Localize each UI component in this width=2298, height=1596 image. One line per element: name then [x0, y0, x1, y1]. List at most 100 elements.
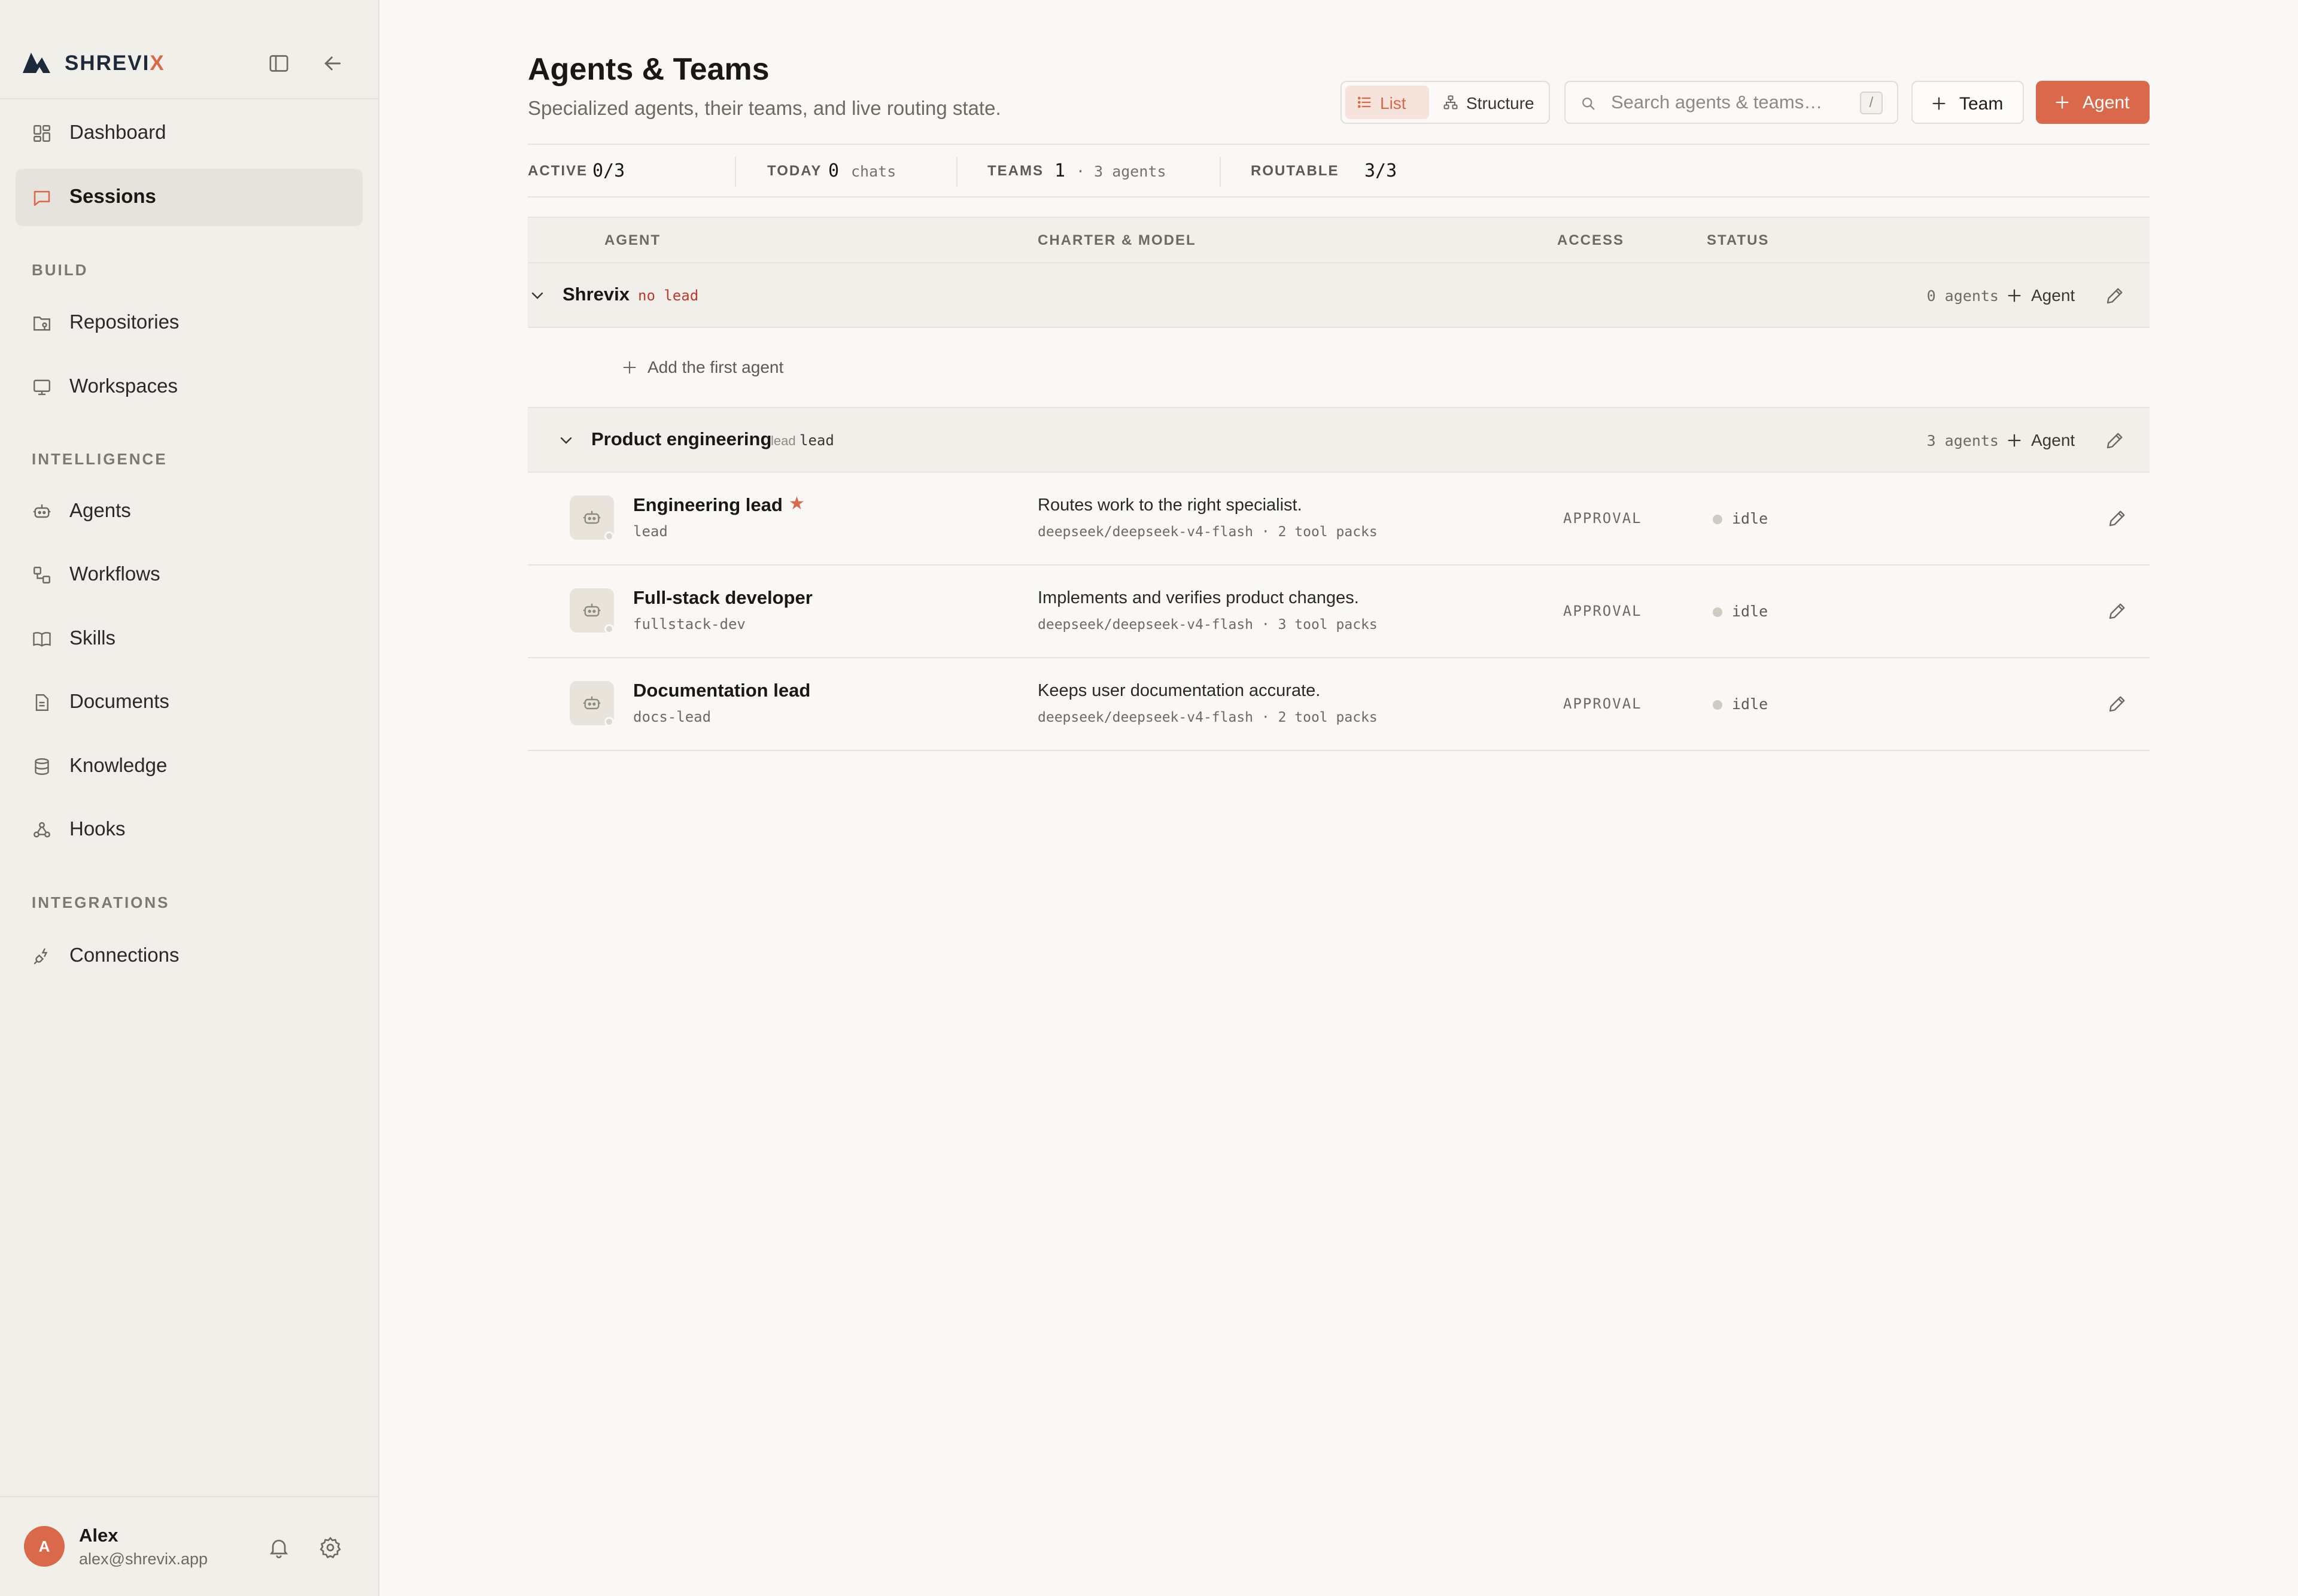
agent-row-docs-lead[interactable]: Documentation lead docs-lead Keeps user … — [528, 658, 2150, 751]
app-logo: SHREVIX — [65, 51, 165, 75]
team-add-agent-button[interactable]: Agent — [2006, 281, 2080, 310]
edit-team-button[interactable] — [2104, 285, 2126, 306]
agent-model: deepseek/deepseek-v4-flash · 2 tool pack… — [1038, 524, 1378, 540]
agent-avatar — [570, 495, 614, 541]
sidebar-item-skills[interactable]: Skills — [16, 610, 363, 668]
edit-agent-button[interactable] — [2106, 600, 2128, 622]
plus-icon — [1932, 97, 1946, 110]
dashboard-icon — [31, 123, 53, 144]
sidebar-item-knowledge[interactable]: Knowledge — [16, 738, 363, 795]
plus-icon — [2008, 289, 2021, 302]
section-title-build: BUILD — [32, 261, 89, 279]
collapse-sidebar-button[interactable] — [321, 51, 345, 75]
add-first-agent-label: Add the first agent — [648, 358, 784, 376]
sidebar-header: SHREVIX — [0, 0, 378, 99]
team-add-agent-button[interactable]: Agent — [2006, 426, 2080, 455]
team-agent-count: 3 agents — [1926, 432, 1999, 449]
search-input[interactable] — [1611, 90, 1850, 114]
bot-icon — [583, 696, 601, 710]
pencil-icon — [2109, 510, 2125, 527]
add-agent-button[interactable]: Agent — [2036, 81, 2150, 124]
edit-agent-button[interactable] — [2106, 693, 2128, 715]
sidebar-item-agents[interactable]: Agents — [16, 483, 363, 540]
agent-model: deepseek/deepseek-v4-flash · 2 tool pack… — [1038, 710, 1378, 725]
bot-icon — [583, 603, 601, 617]
section-title-integrations: INTEGRATIONS — [32, 893, 170, 911]
team-name: Shrevix — [563, 284, 630, 305]
settings-button[interactable] — [318, 1536, 342, 1559]
lead-star-icon: ★ — [789, 494, 805, 513]
user-email: alex@shrevix.app — [79, 1550, 208, 1568]
column-header-access: ACCESS — [1557, 232, 1625, 248]
sidebar-item-documents[interactable]: Documents — [16, 674, 363, 731]
team-add-agent-label: Agent — [2031, 286, 2075, 305]
stat-today-label: TODAY — [767, 163, 822, 179]
bot-icon — [31, 501, 53, 522]
main-content: Agents & Teams Specialized agents, their… — [379, 0, 2298, 1596]
add-first-agent-button[interactable]: Add the first agent — [621, 354, 801, 381]
agent-slug: lead — [633, 523, 668, 540]
page-subtitle: Specialized agents, their teams, and liv… — [528, 97, 1001, 119]
view-list-button[interactable]: List — [1345, 86, 1429, 119]
workflow-icon — [31, 564, 53, 586]
sidebar-item-connections[interactable]: Connections — [16, 928, 363, 985]
gear-icon — [320, 1537, 341, 1559]
column-header-status: STATUS — [1707, 232, 1770, 248]
add-team-button[interactable]: Team — [1911, 81, 2024, 124]
toggle-sidebar-button[interactable] — [267, 51, 291, 75]
agent-presence-dot — [604, 531, 614, 541]
edit-agent-button[interactable] — [2106, 507, 2128, 529]
sidebar-item-label: Skills — [69, 627, 116, 649]
database-icon — [31, 756, 53, 777]
agent-slug: fullstack-dev — [633, 616, 746, 633]
pencil-icon — [2109, 603, 2125, 619]
plus-icon — [2008, 434, 2021, 447]
stat-teams-unit: · 3 agents — [1076, 163, 1166, 180]
avatar[interactable]: A — [24, 1526, 65, 1567]
sidebar-item-workflows[interactable]: Workflows — [16, 546, 363, 604]
team-row-shrevix[interactable]: Shrevix no lead 0 agents Agent — [528, 263, 2150, 328]
agent-row-fullstack-dev[interactable]: Full-stack developer fullstack-dev Imple… — [528, 566, 2150, 658]
team-row-product-engineering[interactable]: Product engineering lead lead 3 agents A… — [528, 408, 2150, 473]
section-title-intelligence: INTELLIGENCE — [32, 450, 168, 468]
stat-routable-value: 3/3 — [1364, 160, 1397, 181]
sidebar-item-workspaces[interactable]: Workspaces — [16, 358, 363, 416]
stat-teams-label: TEAMS — [987, 163, 1044, 179]
structure-icon — [1443, 95, 1458, 110]
pencil-icon — [2109, 696, 2125, 712]
plug-icon — [31, 946, 53, 967]
team-add-agent-label: Agent — [2031, 431, 2075, 449]
team-lead-prefix: lead — [771, 433, 796, 448]
repo-icon — [31, 312, 53, 334]
collapse-team-button[interactable] — [557, 431, 576, 450]
sidebar-item-sessions[interactable]: Sessions — [16, 169, 363, 226]
bell-icon — [269, 1540, 288, 1558]
webhook-icon — [31, 819, 53, 841]
agent-status: idle — [1732, 695, 1768, 713]
column-header-agent: AGENT — [604, 232, 661, 248]
agent-name: Engineering lead — [633, 494, 783, 515]
chevron-down-icon — [560, 437, 572, 444]
agent-slug: docs-lead — [633, 709, 712, 725]
sidebar-item-label: Agents — [69, 499, 131, 521]
sidebar: SHREVIX Dashboard Sessions BUILD Reposit… — [0, 0, 379, 1596]
stat-today-unit: chats — [851, 163, 896, 180]
user-name: Alex — [79, 1525, 118, 1546]
sidebar-item-hooks[interactable]: Hooks — [16, 801, 363, 859]
agent-model: deepseek/deepseek-v4-flash · 3 tool pack… — [1038, 617, 1378, 633]
edit-team-button[interactable] — [2104, 430, 2126, 451]
stat-active-label: ACTIVE — [528, 163, 588, 179]
agent-access: APPROVAL — [1563, 510, 1642, 527]
sidebar-item-dashboard[interactable]: Dashboard — [16, 105, 363, 162]
notifications-button[interactable] — [267, 1536, 291, 1559]
view-structure-button[interactable]: Structure — [1431, 86, 1546, 119]
user-panel: A Alex alex@shrevix.app — [0, 1496, 378, 1596]
agent-row-engineering-lead[interactable]: Engineering lead ★ lead Routes work to t… — [528, 473, 2150, 566]
collapse-team-button[interactable] — [528, 286, 547, 305]
sidebar-item-repositories[interactable]: Repositories — [16, 294, 363, 352]
view-list-label: List — [1380, 94, 1406, 113]
stat-today-value: 0 — [828, 160, 840, 181]
bot-icon — [583, 510, 601, 524]
add-team-label: Team — [1959, 94, 2004, 114]
sidebar-item-label: Sessions — [69, 185, 156, 207]
